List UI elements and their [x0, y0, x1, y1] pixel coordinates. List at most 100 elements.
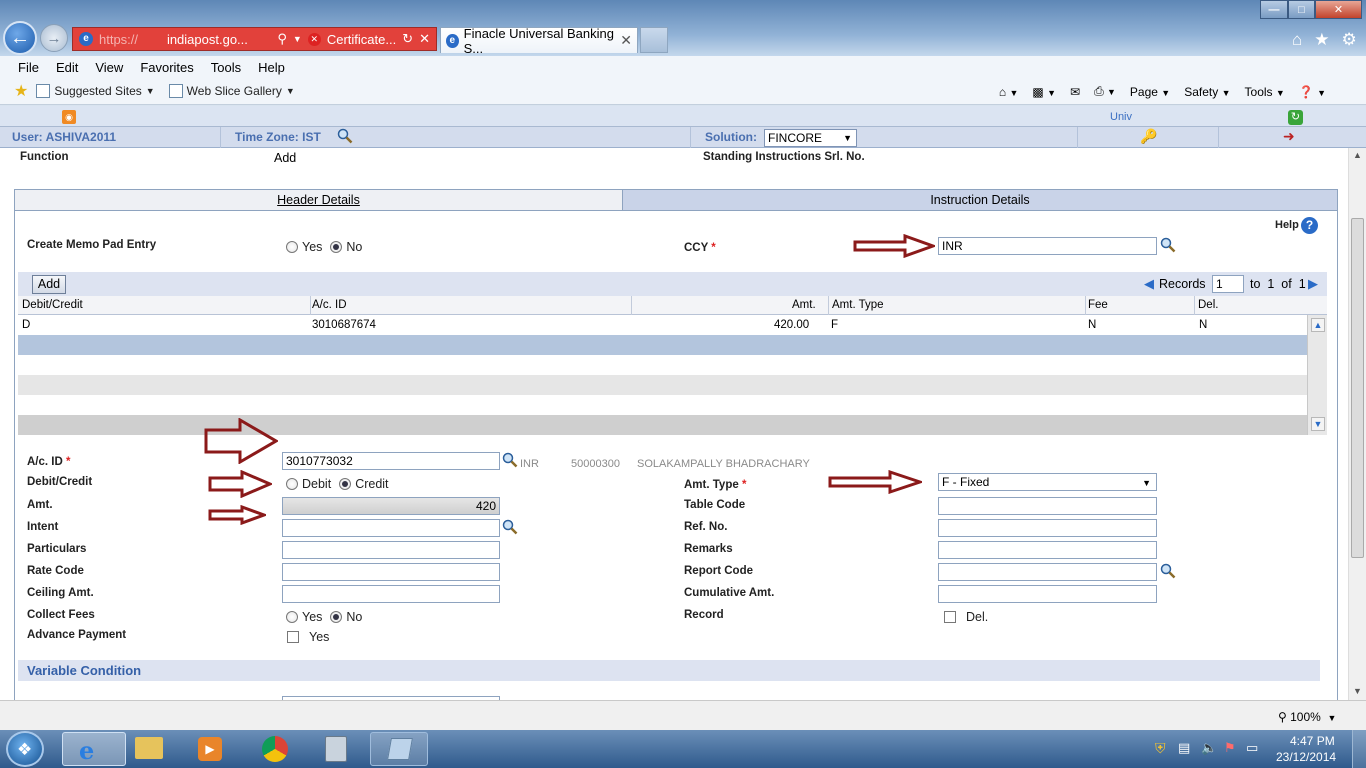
collect-no-radio[interactable] [330, 611, 343, 623]
table-code-input[interactable] [938, 497, 1157, 515]
favorites-star-icon[interactable]: ★ [1314, 30, 1329, 50]
taskbar-ie[interactable]: e [62, 732, 126, 766]
scroll-up-icon[interactable]: ▲ [1353, 150, 1362, 160]
taskbar-calculator[interactable] [318, 734, 354, 764]
records-page-input[interactable]: 1 [1212, 275, 1244, 293]
rss-icon[interactable]: ◉ [62, 110, 76, 124]
new-tab-button[interactable] [640, 27, 668, 53]
page-scrollbar[interactable]: ▲ ▼ [1348, 148, 1366, 700]
volume-icon[interactable]: 🔈 [1201, 740, 1217, 756]
minimize-button[interactable]: — [1260, 0, 1288, 19]
tab-instruction-details[interactable]: Instruction Details [622, 189, 1338, 211]
menu-view[interactable]: View [95, 60, 123, 75]
acid-input[interactable]: 3010773032 [282, 452, 500, 470]
network-icon[interactable]: ▤ [1178, 740, 1190, 756]
refresh-icon[interactable]: ↻ [402, 31, 413, 47]
scroll-thumb[interactable] [1351, 218, 1364, 558]
fav-suggested-sites[interactable]: Suggested Sites ▼ [36, 84, 155, 98]
memo-yes-radio[interactable] [286, 241, 298, 253]
home-cmd-icon[interactable]: ⌂ ▼ [999, 85, 1019, 99]
help-question-icon[interactable]: ? [1301, 217, 1318, 234]
menu-tools[interactable]: Tools [211, 60, 241, 75]
address-bar[interactable]: e https:// indiapost.go... ⚲ ▼ ✕ Certifi… [72, 27, 437, 51]
search-icon[interactable]: ⚲ [277, 31, 287, 47]
menu-favorites[interactable]: Favorites [140, 60, 193, 75]
memo-no-radio[interactable] [330, 241, 343, 253]
acid-search-icon[interactable] [502, 452, 518, 468]
scroll-down-icon[interactable]: ▼ [1311, 417, 1325, 431]
page-menu[interactable]: Page ▼ [1130, 85, 1170, 99]
table-row[interactable]: D 3010687674 420.00 F N N [18, 315, 1307, 335]
favorites-add-icon[interactable]: ★ [14, 81, 28, 101]
stop-icon[interactable]: ✕ [419, 31, 430, 47]
table-row-selected[interactable] [18, 335, 1307, 355]
collect-yes-radio[interactable] [286, 611, 298, 623]
tools-menu[interactable]: Tools ▼ [1245, 85, 1285, 99]
clock-date[interactable]: 23/12/2014 [1276, 750, 1336, 764]
app-refresh-icon[interactable]: ↻ [1288, 110, 1303, 125]
certificate-label[interactable]: Certificate... [327, 32, 396, 47]
record-del-checkbox[interactable] [944, 611, 956, 623]
help-label[interactable]: Help [1275, 219, 1299, 231]
intent-search-icon[interactable] [502, 519, 518, 535]
forward-button[interactable]: → [40, 24, 68, 52]
intent-input[interactable] [282, 519, 500, 537]
show-desktop-button[interactable] [1352, 730, 1366, 768]
security-shield-icon[interactable]: ⛨ [1155, 740, 1166, 757]
home-icon[interactable]: ⌂ [1292, 30, 1302, 50]
ccy-input[interactable]: INR [938, 237, 1157, 255]
grid-scrollbar[interactable]: ▲ ▼ [1307, 315, 1327, 435]
remarks-input[interactable] [938, 541, 1157, 559]
ccy-search-icon[interactable] [1160, 237, 1176, 253]
action-center-icon[interactable]: ⚑ [1224, 740, 1236, 756]
amt-type-select[interactable]: F - Fixed ▼ [938, 473, 1157, 491]
report-code-search-icon[interactable] [1160, 563, 1176, 579]
menu-file[interactable]: File [18, 60, 39, 75]
timezone-search-icon[interactable] [337, 128, 353, 147]
particulars-input[interactable] [282, 541, 500, 559]
tab-header-details[interactable]: Header Details [14, 189, 623, 211]
close-tab-icon[interactable]: ✕ [620, 32, 632, 49]
report-code-input[interactable] [938, 563, 1157, 581]
back-button[interactable]: ← [3, 21, 37, 55]
taskbar-chrome[interactable] [257, 734, 293, 764]
advance-yes-checkbox[interactable] [287, 631, 299, 643]
key-icon[interactable]: 🔑 [1140, 128, 1157, 145]
zoom-control[interactable]: ⚲ 100% ▼ [1278, 710, 1336, 724]
menu-help[interactable]: Help [258, 60, 285, 75]
browser-tab-active[interactable]: e Finacle Universal Banking S... ✕ [440, 26, 638, 56]
feeds-icon[interactable]: ▩ ▼ [1032, 85, 1056, 99]
fav-web-slice-gallery[interactable]: Web Slice Gallery ▼ [168, 84, 295, 98]
ceiling-input[interactable] [282, 585, 500, 603]
amt-input[interactable]: 420 [282, 497, 500, 515]
taskbar-media-player[interactable]: ▶ [192, 734, 228, 764]
close-window-button[interactable]: ✕ [1315, 0, 1362, 19]
mail-icon[interactable]: ✉ [1070, 85, 1080, 99]
taskbar-explorer[interactable] [131, 734, 167, 764]
solution-select[interactable]: FINCORE ▼ [764, 129, 857, 147]
maximize-button[interactable]: □ [1288, 0, 1315, 19]
safety-menu[interactable]: Safety ▼ [1184, 85, 1230, 99]
battery-icon[interactable]: ▭ [1246, 740, 1258, 756]
univ-link[interactable]: Univ [1110, 111, 1132, 123]
records-prev-icon[interactable]: ◀ [1144, 276, 1154, 292]
records-next-icon[interactable]: ▶ [1308, 276, 1318, 292]
rate-code-input[interactable] [282, 563, 500, 581]
settings-gear-icon[interactable]: ⚙ [1342, 30, 1357, 50]
scroll-down-icon[interactable]: ▼ [1353, 686, 1362, 696]
cumulative-input[interactable] [938, 585, 1157, 603]
scroll-up-icon[interactable]: ▲ [1311, 318, 1325, 332]
dropdown-icon[interactable]: ▼ [293, 34, 302, 44]
exit-icon[interactable]: ➜ [1283, 128, 1295, 145]
print-icon[interactable]: ⎙ ▼ [1094, 84, 1116, 99]
certificate-error-icon[interactable]: ✕ [307, 32, 321, 46]
clock-time[interactable]: 4:47 PM [1290, 734, 1335, 748]
help-icon[interactable]: ❓ ▼ [1299, 85, 1326, 99]
credit-radio[interactable] [339, 478, 352, 490]
add-button[interactable]: Add [32, 275, 66, 294]
start-button[interactable]: ❖ [6, 731, 44, 767]
debit-radio[interactable] [286, 478, 298, 490]
variable-condition-section[interactable]: Variable Condition [18, 660, 1320, 681]
ref-no-input[interactable] [938, 519, 1157, 537]
taskbar-app[interactable] [370, 732, 428, 766]
